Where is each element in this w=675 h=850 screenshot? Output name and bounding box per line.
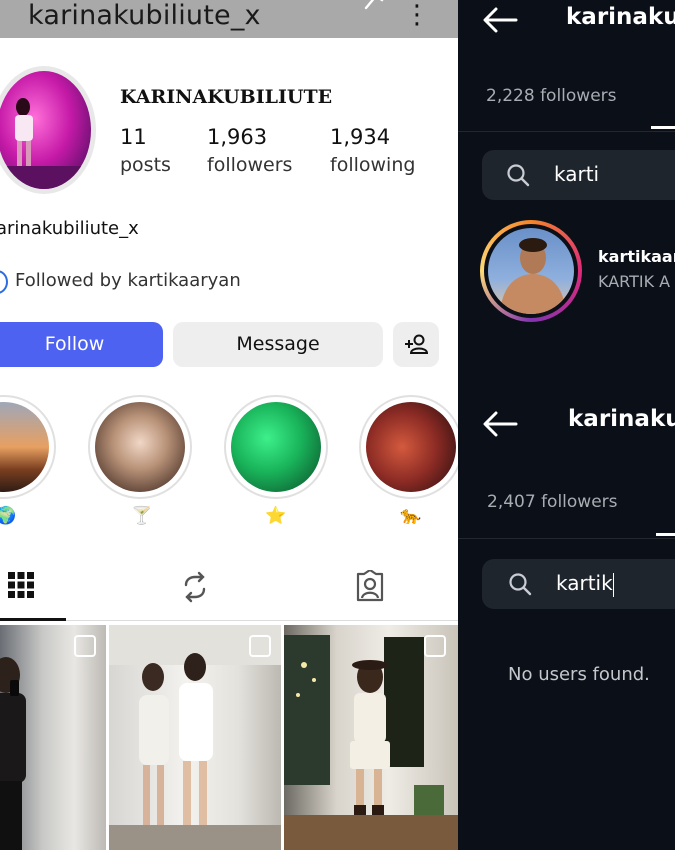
- result-username[interactable]: kartikaar: [598, 247, 675, 266]
- multiple-posts-icon: [424, 635, 446, 657]
- mutual-avatar-icon: [0, 270, 8, 294]
- post-thumbnail[interactable]: [0, 625, 106, 850]
- multiple-posts-icon: [249, 635, 271, 657]
- search-value[interactable]: karti: [554, 162, 599, 186]
- active-tab-indicator: [656, 533, 675, 536]
- result-fullname: KARTIK A: [598, 272, 671, 291]
- add-person-button[interactable]: [393, 322, 439, 367]
- story-ring: [480, 220, 582, 322]
- followers-count[interactable]: 1,963: [207, 125, 267, 149]
- follow-button[interactable]: Follow: [0, 322, 163, 367]
- search-icon: [507, 164, 530, 187]
- highlight-emoji: 🌍: [0, 506, 17, 526]
- followers-tab-label[interactable]: 2,228 followers: [486, 86, 617, 106]
- profile-handle: arinakubiliute_x: [0, 218, 139, 239]
- avatar[interactable]: [488, 228, 574, 314]
- back-arrow-icon[interactable]: [482, 6, 518, 34]
- search-input[interactable]: kartik: [482, 559, 675, 609]
- following-count[interactable]: 1,934: [330, 125, 390, 149]
- search-value[interactable]: kartik: [556, 571, 613, 595]
- followed-by-text[interactable]: Followed by kartikaaryan: [15, 270, 241, 291]
- posts-count: 11: [120, 125, 147, 149]
- grid-icon[interactable]: [7, 571, 35, 599]
- story-highlight[interactable]: [0, 395, 56, 499]
- highlight-emoji: ⭐: [265, 506, 287, 526]
- page-title: karinaku: [566, 4, 675, 30]
- top-username[interactable]: karinakubiliute_x: [28, 0, 261, 31]
- text-cursor: [613, 573, 614, 597]
- story-highlight[interactable]: [88, 395, 192, 499]
- tab-divider: [0, 620, 458, 621]
- profile-screen: karinakubiliute_x ⋮ KARINAKUBILIUTE 11 p…: [0, 0, 458, 850]
- tab-divider: [458, 131, 675, 132]
- multiple-posts-icon: [74, 635, 96, 657]
- back-arrow-icon[interactable]: [482, 410, 518, 438]
- message-button[interactable]: Message: [173, 322, 383, 367]
- followers-search-screen: karinaku 2,228 followers karti kartikaar…: [458, 0, 675, 850]
- edit-icon[interactable]: [362, 0, 392, 12]
- post-thumbnail[interactable]: [284, 625, 458, 850]
- empty-state-text: No users found.: [508, 664, 650, 685]
- profile-name: KARINAKUBILIUTE: [120, 86, 333, 108]
- top-bar: karinakubiliute_x ⋮: [0, 0, 458, 38]
- posts-label: posts: [120, 154, 171, 176]
- story-highlight[interactable]: [359, 395, 458, 499]
- active-tab-indicator: [651, 126, 675, 129]
- search-input[interactable]: karti: [482, 150, 675, 200]
- page-title: karinaku: [568, 406, 675, 432]
- reels-icon[interactable]: [180, 571, 210, 603]
- story-highlight[interactable]: [224, 395, 328, 499]
- more-options-icon[interactable]: ⋮: [404, 2, 430, 28]
- followers-label[interactable]: followers: [207, 154, 292, 176]
- followers-tab-label[interactable]: 2,407 followers: [487, 492, 618, 512]
- tab-divider: [458, 538, 675, 539]
- post-thumbnail[interactable]: [109, 625, 281, 850]
- active-tab-indicator: [0, 618, 66, 621]
- highlight-emoji: 🍸: [131, 506, 153, 526]
- following-label[interactable]: following: [330, 154, 415, 176]
- add-person-icon: [405, 334, 429, 354]
- avatar[interactable]: [0, 71, 91, 189]
- highlight-emoji: 🐆: [400, 506, 422, 526]
- tagged-icon[interactable]: [354, 570, 386, 604]
- search-icon: [509, 573, 532, 596]
